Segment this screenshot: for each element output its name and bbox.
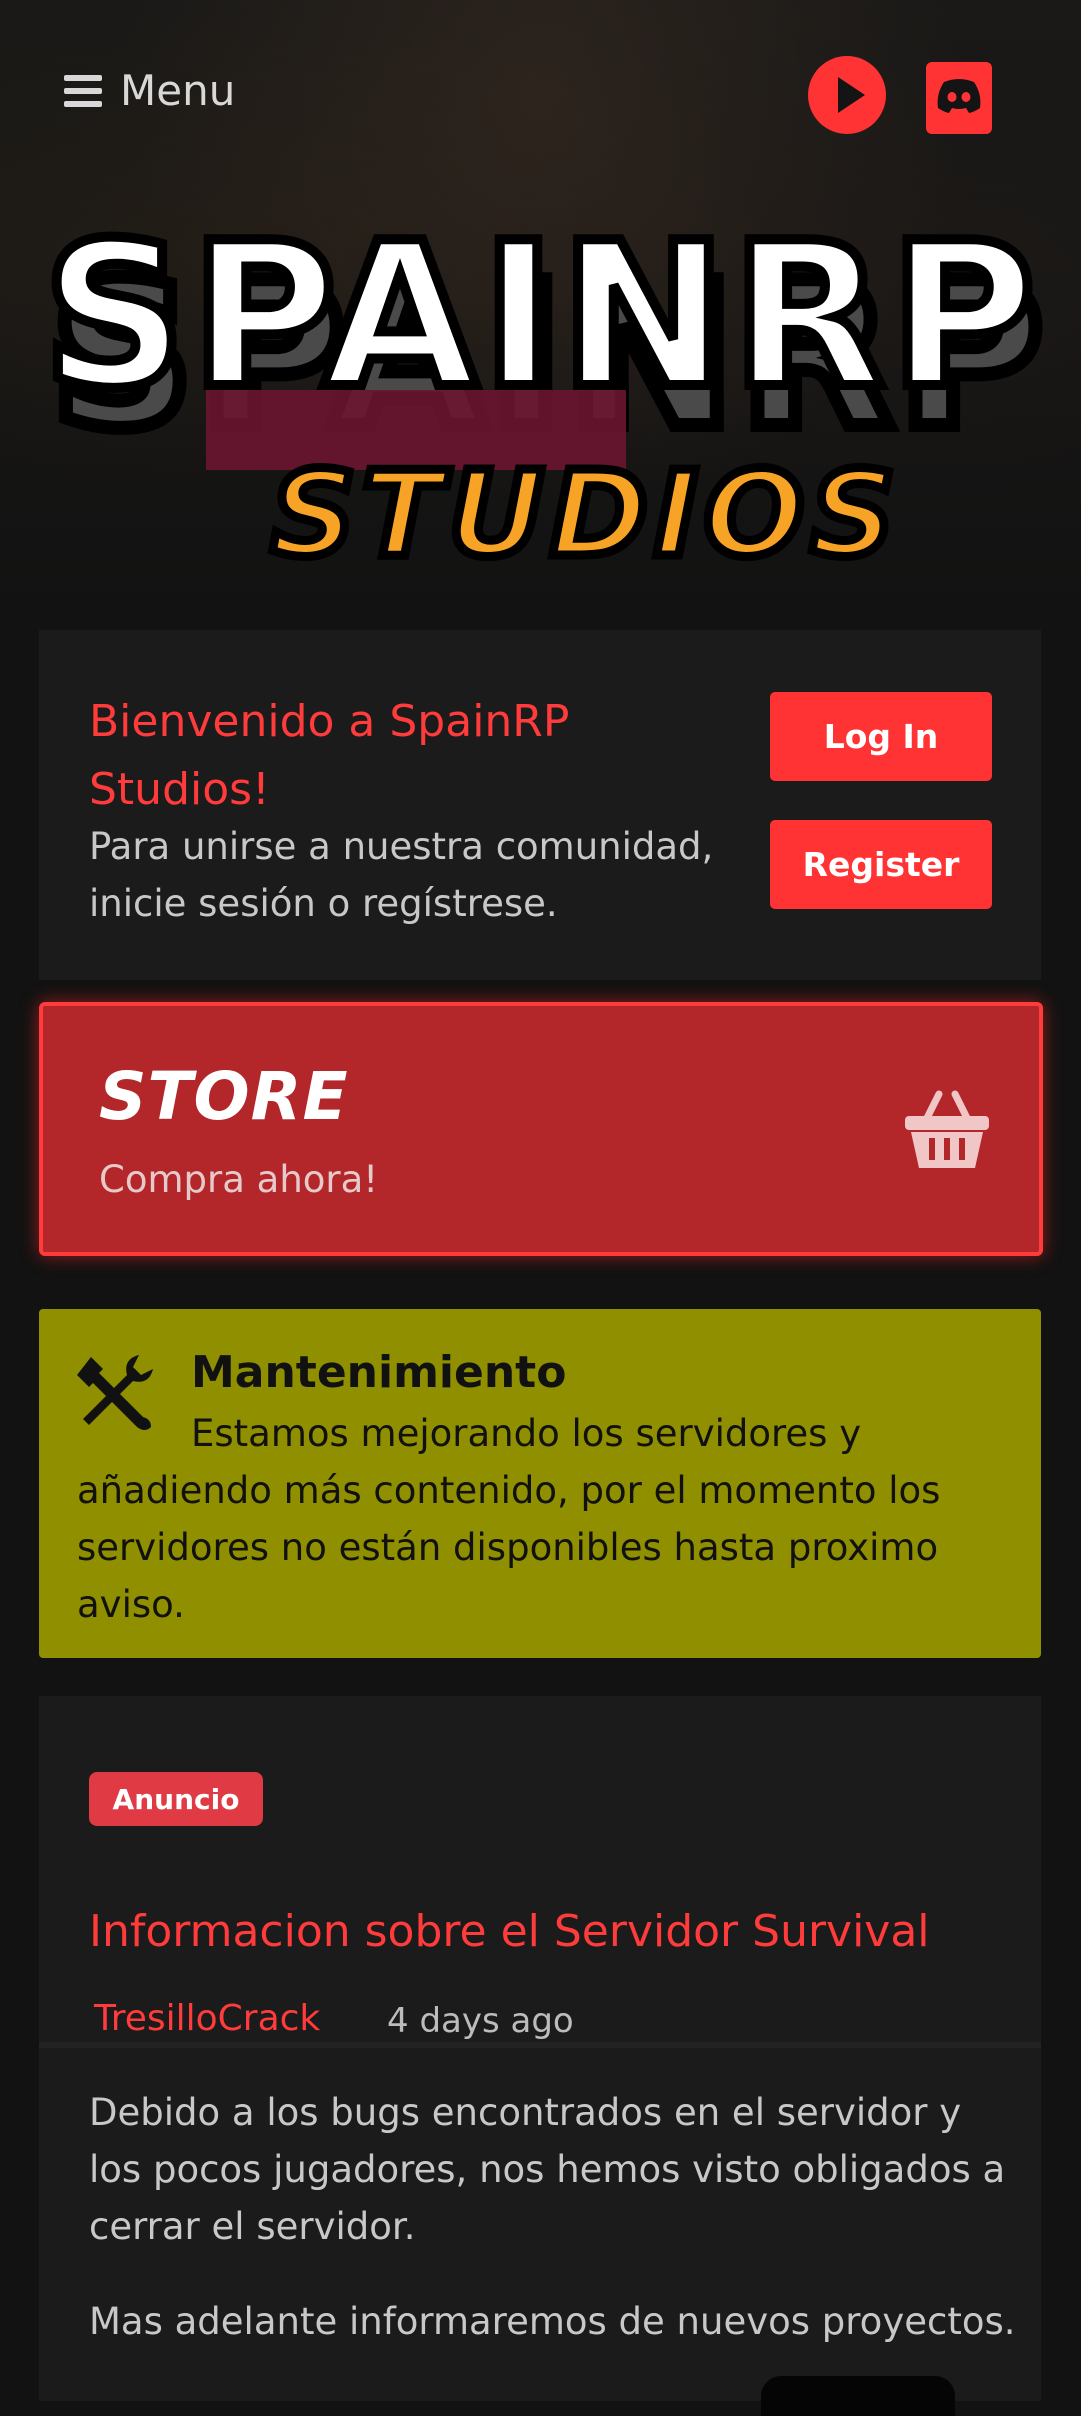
maintenance-notice: Mantenimiento Estamos mejorando los serv… (39, 1309, 1041, 1658)
post-paragraph: Debido a los bugs encontrados en el serv… (89, 2091, 1006, 2248)
discord-icon[interactable] (926, 62, 992, 134)
logo-sub-text: STUDIOS (271, 445, 901, 570)
post-paragraph: Mas adelante informaremos de nuevos proy… (89, 2300, 1016, 2343)
maintenance-title: Mantenimiento (191, 1347, 567, 1398)
maintenance-text: Estamos mejorando los servidores y añadi… (77, 1412, 941, 1626)
menu-button[interactable]: Menu (64, 66, 235, 115)
store-subtitle: Compra ahora! (99, 1158, 379, 1201)
hamburger-icon (64, 74, 102, 107)
welcome-card: Bienvenido a SpainRP Studios! Para unirs… (39, 630, 1041, 980)
store-title: STORE (99, 1058, 349, 1135)
basket-icon (905, 1090, 989, 1168)
store-banner[interactable]: STORE Compra ahora! (39, 1002, 1043, 1256)
play-icon[interactable] (808, 56, 886, 134)
post-timestamp: 4 days ago (387, 2001, 574, 2041)
post-title[interactable]: Informacion sobre el Servidor Survival (89, 1906, 930, 1957)
divider (39, 2042, 1041, 2048)
login-button[interactable]: Log In (770, 692, 992, 781)
announcement-card: Anuncio Informacion sobre el Servidor Su… (39, 1696, 1041, 2416)
post-body: Debido a los bugs encontrados en el serv… (89, 2084, 1019, 2388)
spainrp-logo: SPAINRP SPAINRP STUDIOS (37, 210, 1050, 570)
announcement-badge: Anuncio (89, 1772, 263, 1826)
welcome-title: Bienvenido a SpainRP Studios! (89, 696, 570, 815)
post-author[interactable]: TresilloCrack (94, 1998, 320, 2039)
welcome-text: Para unirse a nuestra comunidad, inicie … (89, 825, 714, 925)
read-more-button[interactable] (761, 2376, 955, 2416)
menu-label: Menu (120, 66, 236, 115)
register-button[interactable]: Register (770, 820, 992, 909)
